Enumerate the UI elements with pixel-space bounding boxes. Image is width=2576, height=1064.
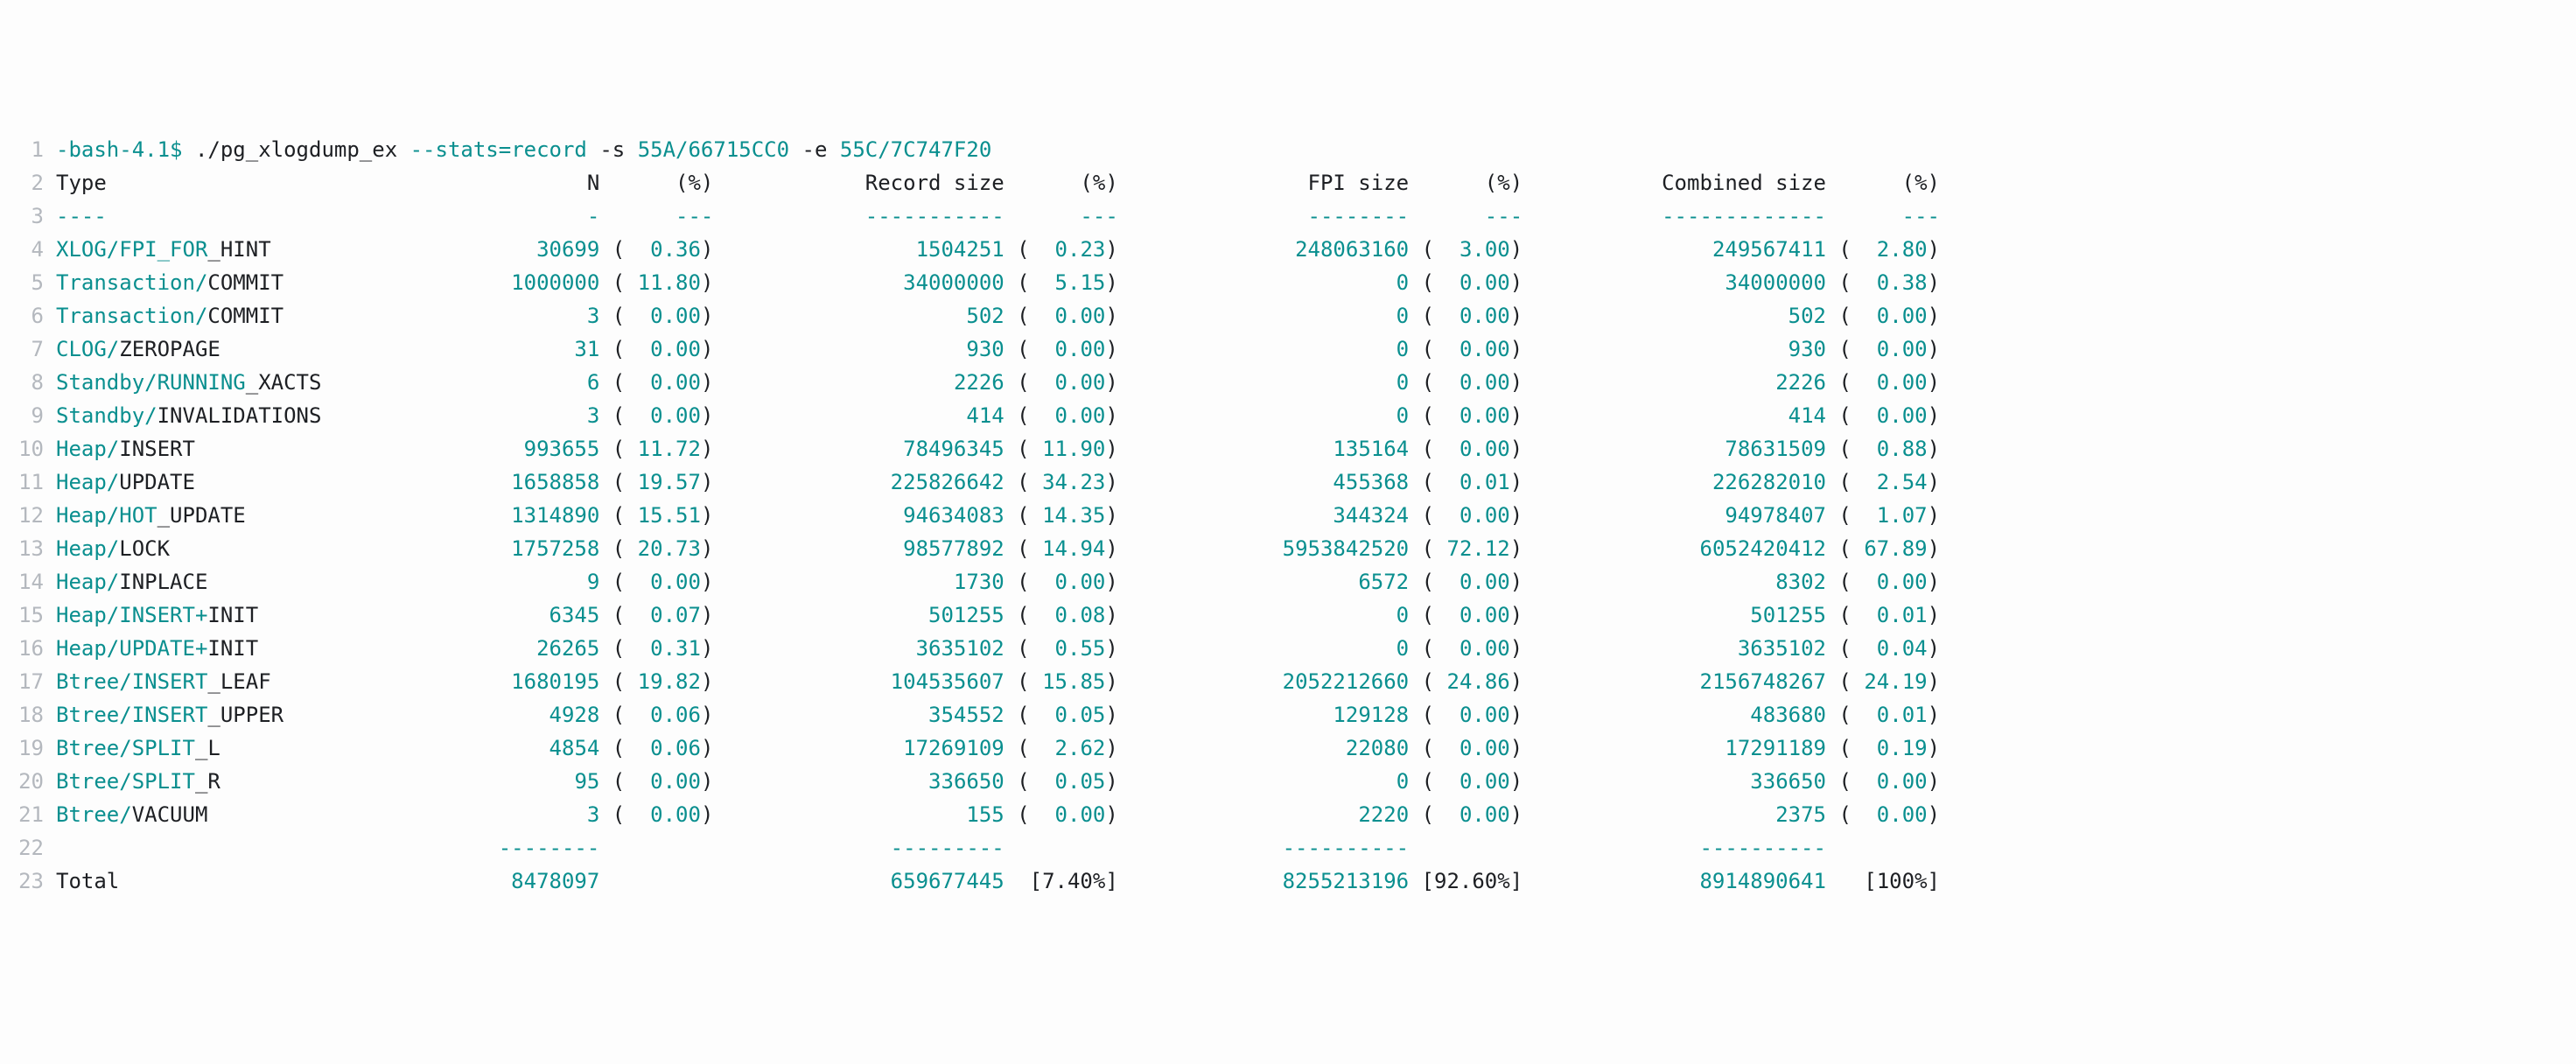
code-line: 11Heap/UPDATE 1658858 ( 19.57) 225826642… <box>0 466 2576 499</box>
code-line: 18Btree/INSERT_UPPER 4928 ( 0.06) 354552… <box>0 698 2576 732</box>
code-line: 23Total 8478097 659677445 [7.40%] 825521… <box>0 864 2576 898</box>
code-line: 9Standby/INVALIDATIONS 3 ( 0.00) 414 ( 0… <box>0 399 2576 432</box>
line-content: Transaction/COMMIT 3 ( 0.00) 502 ( 0.00)… <box>56 299 2576 332</box>
code-line: 20Btree/SPLIT_R 95 ( 0.00) 336650 ( 0.05… <box>0 765 2576 798</box>
code-line: 4XLOG/FPI_FOR_HINT 30699 ( 0.36) 1504251… <box>0 233 2576 266</box>
line-number: 6 <box>0 299 56 332</box>
line-content: Standby/INVALIDATIONS 3 ( 0.00) 414 ( 0.… <box>56 399 2576 432</box>
code-line: 13Heap/LOCK 1757258 ( 20.73) 98577892 ( … <box>0 532 2576 565</box>
line-content: -------- --------- ---------- ---------- <box>56 831 2576 864</box>
code-line: 5Transaction/COMMIT 1000000 ( 11.80) 340… <box>0 266 2576 299</box>
code-line: 15Heap/INSERT+INIT 6345 ( 0.07) 501255 (… <box>0 598 2576 632</box>
line-content: Heap/LOCK 1757258 ( 20.73) 98577892 ( 14… <box>56 532 2576 565</box>
line-number: 10 <box>0 432 56 466</box>
code-line: 21Btree/VACUUM 3 ( 0.00) 155 ( 0.00) 222… <box>0 798 2576 831</box>
line-content: Heap/UPDATE 1658858 ( 19.57) 225826642 (… <box>56 466 2576 499</box>
code-line: 7CLOG/ZEROPAGE 31 ( 0.00) 930 ( 0.00) 0 … <box>0 332 2576 366</box>
line-content: -bash-4.1$ ./pg_xlogdump_ex --stats=reco… <box>56 133 2576 166</box>
code-line: 10Heap/INSERT 993655 ( 11.72) 78496345 (… <box>0 432 2576 466</box>
line-content: XLOG/FPI_FOR_HINT 30699 ( 0.36) 1504251 … <box>56 233 2576 266</box>
line-number: 15 <box>0 598 56 632</box>
line-content: Heap/UPDATE+INIT 26265 ( 0.31) 3635102 (… <box>56 632 2576 665</box>
line-number: 22 <box>0 831 56 864</box>
line-number: 14 <box>0 565 56 598</box>
code-line: 8Standby/RUNNING_XACTS 6 ( 0.00) 2226 ( … <box>0 366 2576 399</box>
code-line: 22 -------- --------- ---------- -------… <box>0 831 2576 864</box>
line-content: Standby/RUNNING_XACTS 6 ( 0.00) 2226 ( 0… <box>56 366 2576 399</box>
line-number: 17 <box>0 665 56 698</box>
line-content: Heap/INSERT 993655 ( 11.72) 78496345 ( 1… <box>56 432 2576 466</box>
code-line: 3---- - --- ----------- --- -------- ---… <box>0 200 2576 233</box>
code-line: 6Transaction/COMMIT 3 ( 0.00) 502 ( 0.00… <box>0 299 2576 332</box>
line-number: 20 <box>0 765 56 798</box>
line-number: 1 <box>0 133 56 166</box>
line-number: 23 <box>0 864 56 898</box>
line-number: 11 <box>0 466 56 499</box>
code-line: 19Btree/SPLIT_L 4854 ( 0.06) 17269109 ( … <box>0 732 2576 765</box>
line-content: Btree/SPLIT_R 95 ( 0.00) 336650 ( 0.05) … <box>56 765 2576 798</box>
line-content: Heap/INSERT+INIT 6345 ( 0.07) 501255 ( 0… <box>56 598 2576 632</box>
line-number: 21 <box>0 798 56 831</box>
line-number: 7 <box>0 332 56 366</box>
code-line: 14Heap/INPLACE 9 ( 0.00) 1730 ( 0.00) 65… <box>0 565 2576 598</box>
code-line: 17Btree/INSERT_LEAF 1680195 ( 19.82) 104… <box>0 665 2576 698</box>
line-content: Heap/INPLACE 9 ( 0.00) 1730 ( 0.00) 6572… <box>56 565 2576 598</box>
line-number: 8 <box>0 366 56 399</box>
line-content: CLOG/ZEROPAGE 31 ( 0.00) 930 ( 0.00) 0 (… <box>56 332 2576 366</box>
line-number: 19 <box>0 732 56 765</box>
line-content: Type N (%) Record size (%) FPI size (%) … <box>56 166 2576 200</box>
line-content: Btree/INSERT_UPPER 4928 ( 0.06) 354552 (… <box>56 698 2576 732</box>
line-content: Btree/INSERT_LEAF 1680195 ( 19.82) 10453… <box>56 665 2576 698</box>
code-line: 12Heap/HOT_UPDATE 1314890 ( 15.51) 94634… <box>0 499 2576 532</box>
line-number: 2 <box>0 166 56 200</box>
line-number: 4 <box>0 233 56 266</box>
line-content: ---- - --- ----------- --- -------- --- … <box>56 200 2576 233</box>
line-number: 9 <box>0 399 56 432</box>
line-content: Transaction/COMMIT 1000000 ( 11.80) 3400… <box>56 266 2576 299</box>
code-line: 2Type N (%) Record size (%) FPI size (%)… <box>0 166 2576 200</box>
line-number: 12 <box>0 499 56 532</box>
code-line: 1-bash-4.1$ ./pg_xlogdump_ex --stats=rec… <box>0 133 2576 166</box>
code-editor: 1-bash-4.1$ ./pg_xlogdump_ex --stats=rec… <box>0 133 2576 898</box>
line-content: Total 8478097 659677445 [7.40%] 82552131… <box>56 864 2576 898</box>
line-number: 16 <box>0 632 56 665</box>
code-line: 16Heap/UPDATE+INIT 26265 ( 0.31) 3635102… <box>0 632 2576 665</box>
line-content: Btree/VACUUM 3 ( 0.00) 155 ( 0.00) 2220 … <box>56 798 2576 831</box>
line-number: 18 <box>0 698 56 732</box>
line-number: 13 <box>0 532 56 565</box>
line-content: Heap/HOT_UPDATE 1314890 ( 15.51) 9463408… <box>56 499 2576 532</box>
line-number: 5 <box>0 266 56 299</box>
line-content: Btree/SPLIT_L 4854 ( 0.06) 17269109 ( 2.… <box>56 732 2576 765</box>
line-number: 3 <box>0 200 56 233</box>
